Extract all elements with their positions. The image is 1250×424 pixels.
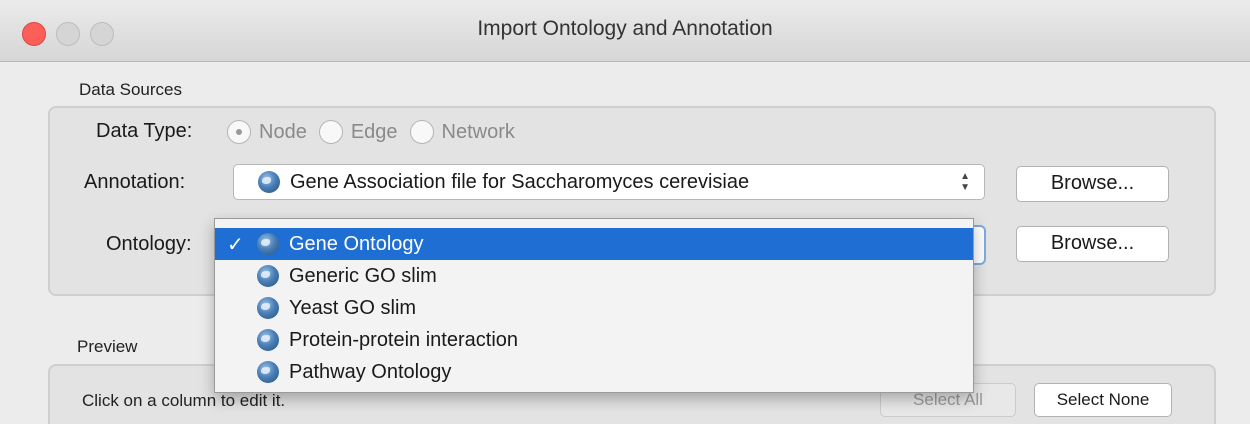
ontology-option-protein-protein-interaction[interactable]: Protein-protein interaction [215, 324, 973, 356]
globe-icon [257, 233, 279, 255]
ontology-option-label: Generic GO slim [289, 264, 437, 287]
ontology-option-pathway-ontology[interactable]: Pathway Ontology [215, 356, 973, 388]
globe-icon [258, 171, 280, 193]
data-type-label: Data Type: [96, 120, 193, 142]
data-type-radio-group: Node Edge Network [227, 120, 527, 144]
ontology-label: Ontology: [106, 233, 192, 255]
preview-label: Preview [77, 337, 138, 356]
ontology-option-gene-ontology[interactable]: ✓ Gene Ontology [215, 228, 973, 260]
radio-network[interactable]: Network [409, 120, 515, 144]
window-titlebar: Import Ontology and Annotation [0, 0, 1250, 62]
radio-network-label: Network [441, 120, 515, 143]
annotation-select[interactable]: Gene Association file for Saccharomyces … [233, 164, 985, 200]
ontology-option-label: Pathway Ontology [289, 360, 452, 383]
annotation-browse-button[interactable]: Browse... [1016, 166, 1169, 202]
annotation-select-value: Gene Association file for Saccharomyces … [290, 170, 750, 193]
radio-edge[interactable]: Edge [318, 120, 398, 144]
globe-icon [257, 361, 279, 383]
preview-hint: Click on a column to edit it. [82, 391, 286, 410]
select-none-button[interactable]: Select None [1034, 383, 1172, 417]
globe-icon [257, 297, 279, 319]
window-title: Import Ontology and Annotation [477, 17, 773, 40]
ontology-dropdown-menu: ✓ Gene Ontology Generic GO slim Yeast GO… [214, 218, 974, 393]
ontology-option-label: Yeast GO slim [289, 296, 417, 319]
updown-arrows-icon: ▲ ▼ [960, 171, 970, 193]
radio-edge-indicator [318, 120, 343, 144]
radio-edge-label: Edge [350, 120, 398, 143]
checkmark-icon: ✓ [227, 233, 244, 256]
ontology-option-label: Gene Ontology [289, 232, 424, 255]
globe-icon [257, 329, 279, 351]
radio-node[interactable]: Node [227, 120, 307, 144]
ontology-option-yeast-go-slim[interactable]: Yeast GO slim [215, 292, 973, 324]
data-sources-label: Data Sources [79, 80, 182, 99]
annotation-label: Annotation: [84, 171, 186, 193]
radio-network-indicator [409, 120, 434, 144]
radio-node-indicator [227, 120, 251, 144]
globe-icon [257, 265, 279, 287]
ontology-option-generic-go-slim[interactable]: Generic GO slim [215, 260, 973, 292]
radio-node-label: Node [259, 120, 307, 143]
ontology-option-label: Protein-protein interaction [289, 328, 519, 351]
ontology-browse-button[interactable]: Browse... [1016, 226, 1169, 262]
